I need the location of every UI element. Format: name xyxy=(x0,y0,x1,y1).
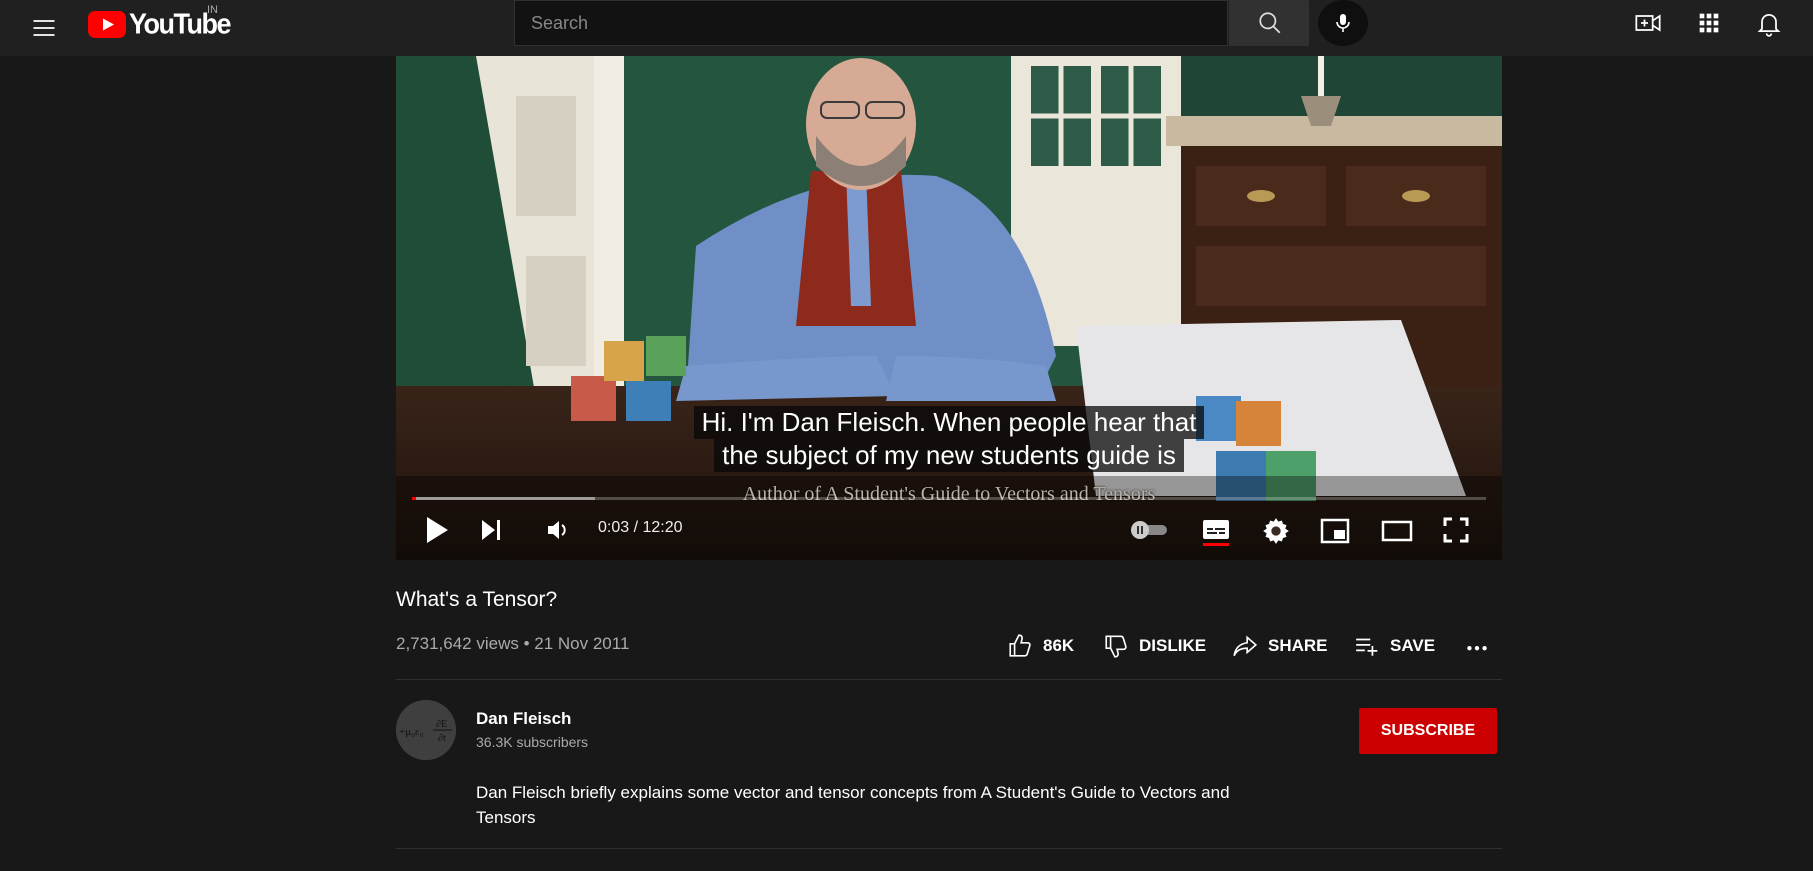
channel-avatar[interactable]: +μ₀ε₀ ∂E ∂t xyxy=(396,700,456,760)
share-button[interactable]: SHARE xyxy=(1232,630,1328,662)
menu-icon[interactable] xyxy=(30,14,58,42)
mic-icon xyxy=(1336,14,1350,32)
save-label: SAVE xyxy=(1390,636,1436,655)
dislike-label: DISLIKE xyxy=(1139,636,1207,655)
progress-played xyxy=(412,497,417,500)
theater-mode-icon xyxy=(1381,520,1413,542)
captions: Hi. I'm Dan Fleisch. When people hear th… xyxy=(396,406,1502,472)
dislike-button[interactable]: DISLIKE xyxy=(1103,630,1206,662)
caption-line-2: the subject of my new students guide is xyxy=(714,439,1184,472)
play-icon xyxy=(427,517,448,543)
youtube-play-logo-icon xyxy=(88,10,126,38)
more-horizontal-icon xyxy=(1467,646,1487,651)
subtitles-icon xyxy=(1203,520,1229,546)
country-code: IN xyxy=(207,4,218,16)
video-description: Dan Fleisch briefly explains some vector… xyxy=(476,783,1230,827)
fullscreen-icon xyxy=(1443,517,1469,543)
subtitles-button[interactable] xyxy=(1202,518,1230,551)
playlist-add-icon xyxy=(1356,638,1378,656)
next-button[interactable] xyxy=(479,518,503,547)
divider xyxy=(396,679,1502,680)
video-player[interactable]: Author of A Student's Guide to Vectors a… xyxy=(396,56,1502,560)
fullscreen-button[interactable] xyxy=(1443,517,1469,548)
notifications-bell-icon[interactable] xyxy=(1755,9,1783,37)
caption-line-1: Hi. I'm Dan Fleisch. When people hear th… xyxy=(693,406,1205,439)
like-count: 86K xyxy=(1043,636,1075,655)
more-actions-button[interactable] xyxy=(1464,630,1500,662)
mute-button[interactable] xyxy=(546,518,572,547)
volume-icon xyxy=(548,521,566,539)
thumbs-down-icon xyxy=(1105,635,1127,658)
settings-button[interactable] xyxy=(1262,517,1290,550)
video-credit-overlay: Author of A Student's Guide to Vectors a… xyxy=(742,483,1156,505)
subscriber-count: 36.3K subscribers xyxy=(476,734,589,750)
time-display: 0:03 / 12:20 xyxy=(598,519,683,536)
share-arrow-icon xyxy=(1233,635,1258,657)
progress-buffered xyxy=(412,497,595,500)
play-button[interactable] xyxy=(424,515,450,550)
apps-grid-icon[interactable] xyxy=(1695,9,1723,37)
channel-name[interactable]: Dan Fleisch xyxy=(476,709,571,729)
miniplayer-icon xyxy=(1320,518,1350,544)
save-button[interactable]: SAVE xyxy=(1354,630,1435,662)
settings-gear-icon xyxy=(1263,518,1289,544)
like-button[interactable]: 86K xyxy=(1007,630,1074,662)
thumbs-up-icon xyxy=(1009,634,1031,657)
miniplayer-button[interactable] xyxy=(1320,518,1350,549)
video-title: What's a Tensor? xyxy=(396,588,558,611)
divider xyxy=(396,848,1502,849)
progress-bar[interactable] xyxy=(412,497,1486,500)
svg-text:∂t: ∂t xyxy=(438,733,446,744)
share-label: SHARE xyxy=(1268,636,1328,655)
subscribe-button[interactable]: SUBSCRIBE xyxy=(1359,708,1497,754)
autoplay-toggle-icon xyxy=(1131,521,1167,539)
video-views-date: 2,731,642 views • 21 Nov 2011 xyxy=(396,634,630,653)
svg-text:+μ₀ε₀: +μ₀ε₀ xyxy=(399,726,424,738)
channel-avatar-equation-icon: +μ₀ε₀ ∂E ∂t xyxy=(396,700,456,760)
top-bar: YouTube IN Search xyxy=(0,0,1813,56)
search-icon xyxy=(1259,12,1281,34)
voice-search-button[interactable] xyxy=(1318,0,1368,46)
next-icon xyxy=(482,520,500,540)
search-input[interactable]: Search xyxy=(514,0,1228,46)
create-video-icon[interactable] xyxy=(1634,9,1662,37)
svg-text:∂E: ∂E xyxy=(436,719,447,730)
theater-mode-button[interactable] xyxy=(1381,520,1413,547)
autoplay-toggle[interactable] xyxy=(1129,520,1171,545)
search-button[interactable] xyxy=(1229,0,1309,46)
